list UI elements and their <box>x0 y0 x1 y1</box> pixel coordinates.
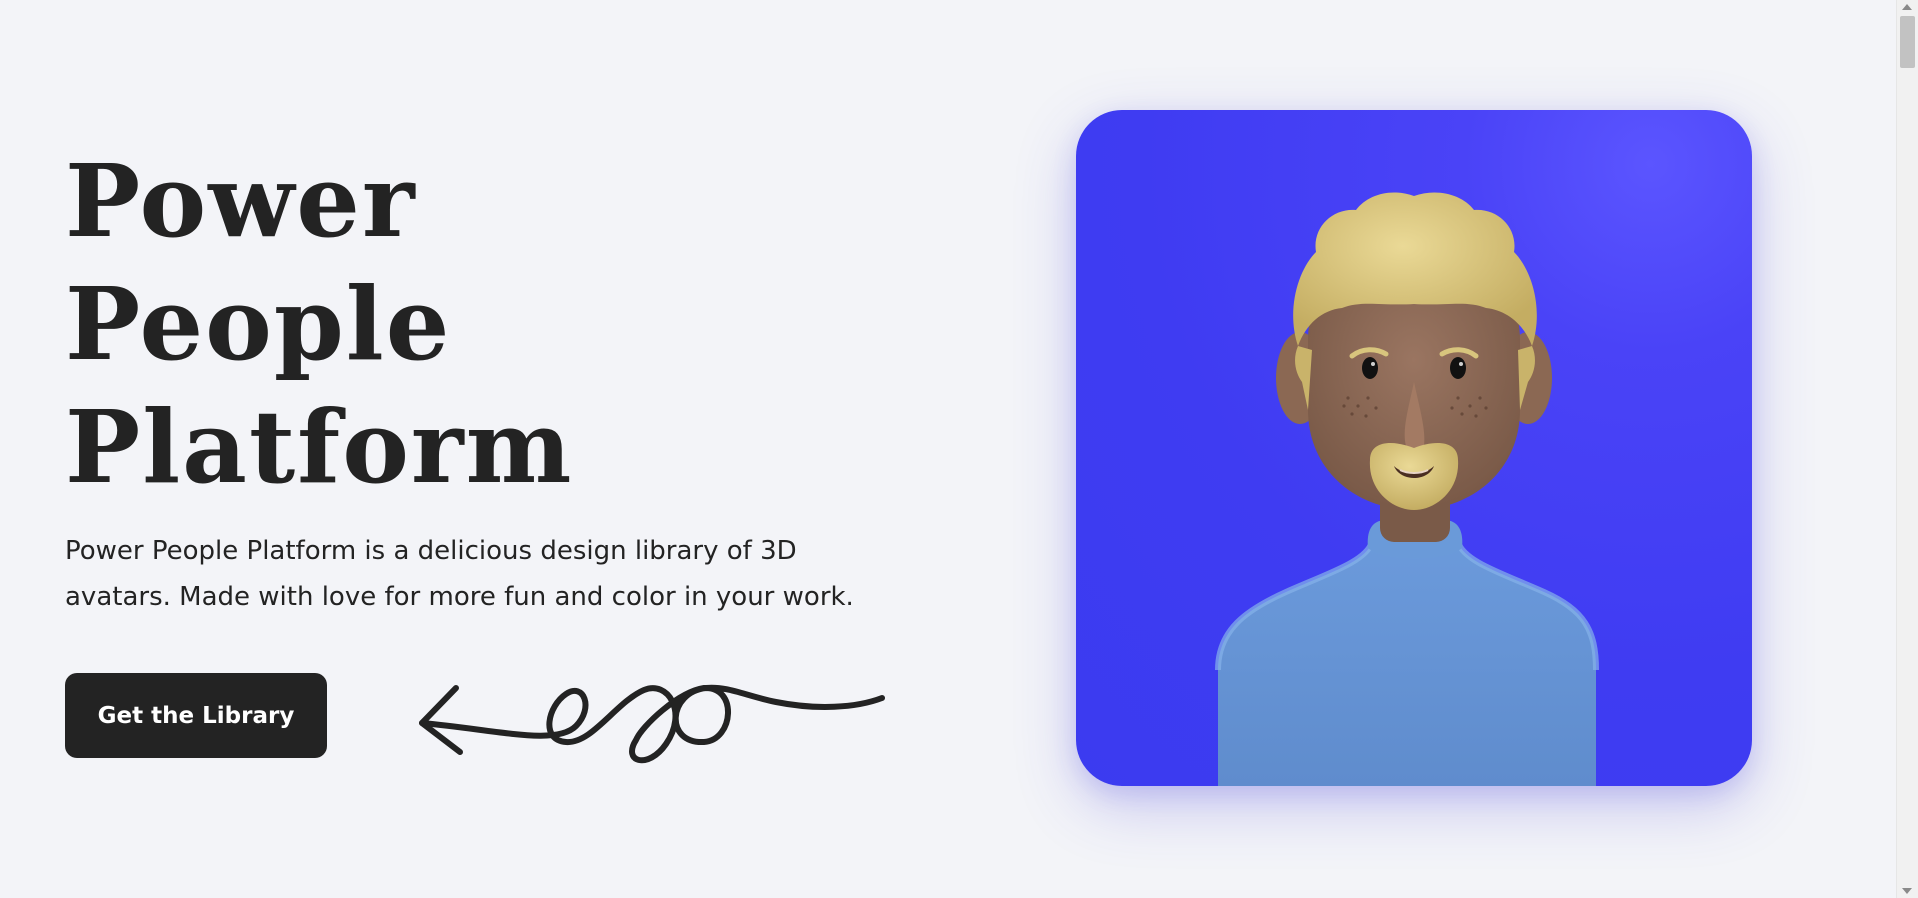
hero-description: Power People Platform is a delicious des… <box>65 536 854 612</box>
page-scrollbar[interactable] <box>1896 0 1918 898</box>
hero-section: Power People Platform <box>65 140 925 509</box>
squiggle-arrow-icon <box>419 684 885 764</box>
scroll-thumb[interactable] <box>1900 16 1915 68</box>
title-line-2: People <box>65 265 452 383</box>
avatar-card <box>1076 110 1752 786</box>
get-library-button[interactable]: Get the Library <box>65 673 327 758</box>
scroll-down-arrow-icon[interactable] <box>1902 888 1912 894</box>
page-title: Power People Platform <box>65 140 925 509</box>
title-line-1: Power <box>65 142 417 260</box>
avatar-illustration <box>1215 192 1599 786</box>
scroll-up-arrow-icon[interactable] <box>1902 4 1912 10</box>
title-line-3: Platform <box>65 388 574 506</box>
